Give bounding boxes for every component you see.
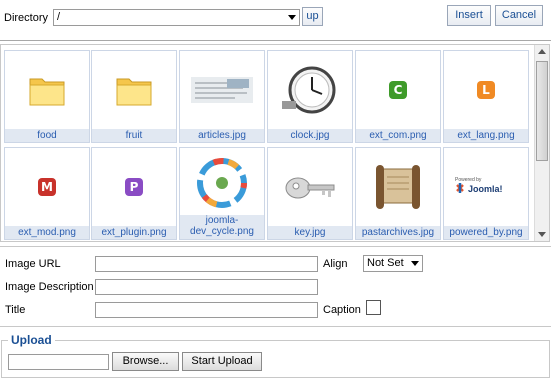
- thumbnail-preview: [268, 51, 352, 129]
- chevron-down-icon: [288, 15, 296, 20]
- file-name: ext_mod.png: [5, 226, 89, 239]
- image-description-label: Image Description: [5, 281, 94, 293]
- articles-image: [191, 77, 253, 103]
- file-thumbnail[interactable]: clock.jpg: [267, 50, 353, 143]
- file-thumbnail[interactable]: Pext_plugin.png: [91, 147, 177, 240]
- divider: [0, 246, 551, 247]
- thumbnail-preview: L: [444, 51, 528, 129]
- thumbnail-preview: M: [5, 148, 89, 226]
- upload-file-input[interactable]: [8, 354, 109, 370]
- file-thumbnail[interactable]: Mext_mod.png: [4, 147, 90, 240]
- up-button[interactable]: up: [302, 7, 323, 26]
- file-name: food: [5, 129, 89, 142]
- thumbnail-preview: [180, 51, 264, 129]
- thumbnail-preview: [92, 51, 176, 129]
- file-name: fruit: [92, 129, 176, 142]
- caption-label: Caption: [323, 304, 361, 316]
- align-select[interactable]: Not Set: [363, 255, 423, 272]
- directory-select[interactable]: /: [53, 9, 300, 26]
- scroll-image: [376, 165, 420, 209]
- thumbnail-preview: P: [92, 148, 176, 226]
- align-label: Align: [323, 258, 348, 270]
- dev-cycle-image: [197, 157, 247, 208]
- file-name: ext_lang.png: [444, 129, 528, 142]
- scroll-up-icon[interactable]: [538, 49, 546, 54]
- image-url-input[interactable]: [95, 256, 318, 272]
- title-input[interactable]: [95, 302, 318, 318]
- image-url-label: Image URL: [5, 258, 61, 270]
- powered-by-logo: Powered byJoomla!: [455, 177, 503, 194]
- file-thumbnail[interactable]: pastarchives.jpg: [355, 147, 441, 240]
- upload-legend: Upload: [8, 333, 55, 347]
- key-image: [285, 177, 335, 199]
- file-thumbnail[interactable]: Cext_com.png: [355, 50, 441, 143]
- extension-badge-icon: M: [38, 178, 56, 196]
- svg-text:Joomla!: Joomla!: [468, 184, 503, 194]
- thumbnail-preview: [356, 148, 440, 226]
- svg-text:Powered by: Powered by: [455, 177, 482, 183]
- scroll-down-icon[interactable]: [538, 232, 546, 237]
- file-thumbnail[interactable]: Powered by Joomla! powered_by.png: [443, 147, 529, 240]
- file-thumbnail[interactable]: fruit: [91, 50, 177, 143]
- browse-button[interactable]: Browse...: [112, 352, 179, 371]
- align-value: Not Set: [367, 257, 404, 269]
- scrollbar-thumb[interactable]: [536, 61, 548, 161]
- file-thumbnail[interactable]: food: [4, 50, 90, 143]
- insert-button[interactable]: Insert: [447, 5, 491, 26]
- toolbar-divider: [0, 40, 551, 41]
- file-thumbnail[interactable]: articles.jpg: [179, 50, 265, 143]
- folder-icon: [116, 78, 152, 106]
- cancel-button[interactable]: Cancel: [495, 5, 543, 26]
- thumbnail-preview: [5, 51, 89, 129]
- thumbnail-preview: [268, 148, 352, 226]
- file-thumbnail[interactable]: Lext_lang.png: [443, 50, 529, 143]
- directory-label: Directory: [4, 12, 49, 24]
- file-name: articles.jpg: [180, 129, 264, 142]
- folder-icon: [29, 78, 65, 106]
- file-thumbnail[interactable]: key.jpg: [267, 147, 353, 240]
- title-label: Title: [5, 304, 26, 316]
- file-name: powered_by.png: [444, 226, 528, 239]
- thumbnail-preview: Powered by Joomla!: [444, 148, 528, 226]
- clock-image: [282, 66, 336, 114]
- file-thumbnail[interactable]: joomla-dev_cycle.png: [179, 147, 265, 240]
- chevron-down-icon: [411, 261, 419, 266]
- thumbnail-preview: [180, 148, 264, 215]
- file-name: key.jpg: [268, 226, 352, 239]
- extension-badge-icon: L: [477, 81, 495, 99]
- file-name: pastarchives.jpg: [356, 226, 440, 239]
- file-name: ext_plugin.png: [92, 226, 176, 239]
- file-name: ext_com.png: [356, 129, 440, 142]
- divider: [0, 326, 551, 327]
- extension-badge-icon: P: [125, 178, 143, 196]
- scrollbar[interactable]: [534, 45, 549, 241]
- file-name: clock.jpg: [268, 129, 352, 142]
- directory-value: /: [57, 11, 61, 23]
- image-browser: food fruit articles.jpg clock.jpg Cext_com.p…: [0, 44, 550, 242]
- caption-checkbox[interactable]: [366, 300, 381, 315]
- thumbnail-preview: C: [356, 51, 440, 129]
- file-name: joomla-dev_cycle.png: [180, 215, 264, 239]
- extension-badge-icon: C: [389, 81, 407, 99]
- start-upload-button[interactable]: Start Upload: [182, 352, 262, 371]
- image-description-input[interactable]: [95, 279, 318, 295]
